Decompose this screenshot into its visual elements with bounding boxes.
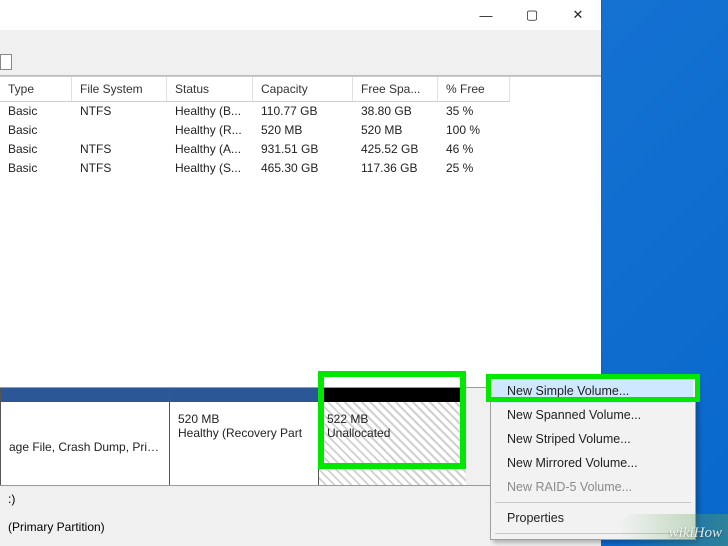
toolbar-fragment <box>0 54 12 70</box>
cell-free: 38.80 GB <box>353 102 438 121</box>
col-capacity[interactable]: Capacity <box>253 77 353 102</box>
volume-block-recovery[interactable]: 520 MB Healthy (Recovery Part <box>169 388 318 485</box>
cell-cap: 465.30 GB <box>253 159 353 178</box>
cell-pct: 100 % <box>438 121 510 140</box>
volume-status: Healthy (Recovery Part <box>178 426 310 440</box>
col-pctfree[interactable]: % Free <box>438 77 510 102</box>
menu-new-spanned-volume[interactable]: New Spanned Volume... <box>493 403 693 427</box>
volume-header-strip <box>1 388 169 402</box>
maximize-button[interactable]: ▢ <box>509 0 555 30</box>
col-status[interactable]: Status <box>167 77 253 102</box>
menu-new-raid5-volume: New RAID-5 Volume... <box>493 475 693 499</box>
cell-free: 117.36 GB <box>353 159 438 178</box>
cell-type: Basic <box>0 159 72 178</box>
menu-new-striped-volume[interactable]: New Striped Volume... <box>493 427 693 451</box>
cell-type: Basic <box>0 102 72 121</box>
cell-cap: 931.51 GB <box>253 140 353 159</box>
volume-size: 522 MB <box>327 412 458 426</box>
toolbar <box>0 30 601 76</box>
cell-fs: NTFS <box>72 102 167 121</box>
col-filesystem[interactable]: File System <box>72 77 167 102</box>
volume-status: Unallocated <box>327 426 458 440</box>
cell-type: Basic <box>0 121 72 140</box>
titlebar: — ▢ ✕ <box>0 0 601 30</box>
volume-status: age File, Crash Dump, Primar <box>9 440 161 454</box>
cell-pct: 46 % <box>438 140 510 159</box>
cell-status: Healthy (S... <box>167 159 253 178</box>
cell-type: Basic <box>0 140 72 159</box>
minimize-button[interactable]: — <box>463 0 509 30</box>
menu-separator <box>495 502 691 503</box>
table-row[interactable]: Basic Healthy (R... 520 MB 520 MB 100 % <box>0 121 601 140</box>
cell-status: Healthy (R... <box>167 121 253 140</box>
cell-fs <box>72 121 167 140</box>
cell-free: 425.52 GB <box>353 140 438 159</box>
volume-size: 520 MB <box>178 412 310 426</box>
list-body: Basic NTFS Healthy (B... 110.77 GB 38.80… <box>0 102 601 387</box>
close-button[interactable]: ✕ <box>555 0 601 30</box>
volume-list: Type File System Status Capacity Free Sp… <box>0 76 601 387</box>
table-row[interactable]: Basic NTFS Healthy (A... 931.51 GB 425.5… <box>0 140 601 159</box>
menu-properties[interactable]: Properties <box>493 506 693 530</box>
table-row[interactable]: Basic NTFS Healthy (S... 465.30 GB 117.3… <box>0 159 601 178</box>
menu-separator <box>495 533 691 534</box>
cell-fs: NTFS <box>72 140 167 159</box>
cell-pct: 25 % <box>438 159 510 178</box>
col-freespace[interactable]: Free Spa... <box>353 77 438 102</box>
list-header: Type File System Status Capacity Free Sp… <box>0 76 601 102</box>
cell-cap: 110.77 GB <box>253 102 353 121</box>
cell-free: 520 MB <box>353 121 438 140</box>
cell-status: Healthy (A... <box>167 140 253 159</box>
cell-cap: 520 MB <box>253 121 353 140</box>
cell-status: Healthy (B... <box>167 102 253 121</box>
volume-block-primary[interactable]: age File, Crash Dump, Primar <box>0 388 169 485</box>
context-menu: New Simple Volume... New Spanned Volume.… <box>490 376 696 540</box>
col-type[interactable]: Type <box>0 77 72 102</box>
cell-fs: NTFS <box>72 159 167 178</box>
table-row[interactable]: Basic NTFS Healthy (B... 110.77 GB 38.80… <box>0 102 601 121</box>
menu-new-mirrored-volume[interactable]: New Mirrored Volume... <box>493 451 693 475</box>
volume-header-strip <box>170 388 318 402</box>
volume-block-unallocated[interactable]: 522 MB Unallocated <box>318 388 466 485</box>
menu-new-simple-volume[interactable]: New Simple Volume... <box>493 379 693 403</box>
cell-pct: 35 % <box>438 102 510 121</box>
volume-header-strip <box>319 388 466 402</box>
